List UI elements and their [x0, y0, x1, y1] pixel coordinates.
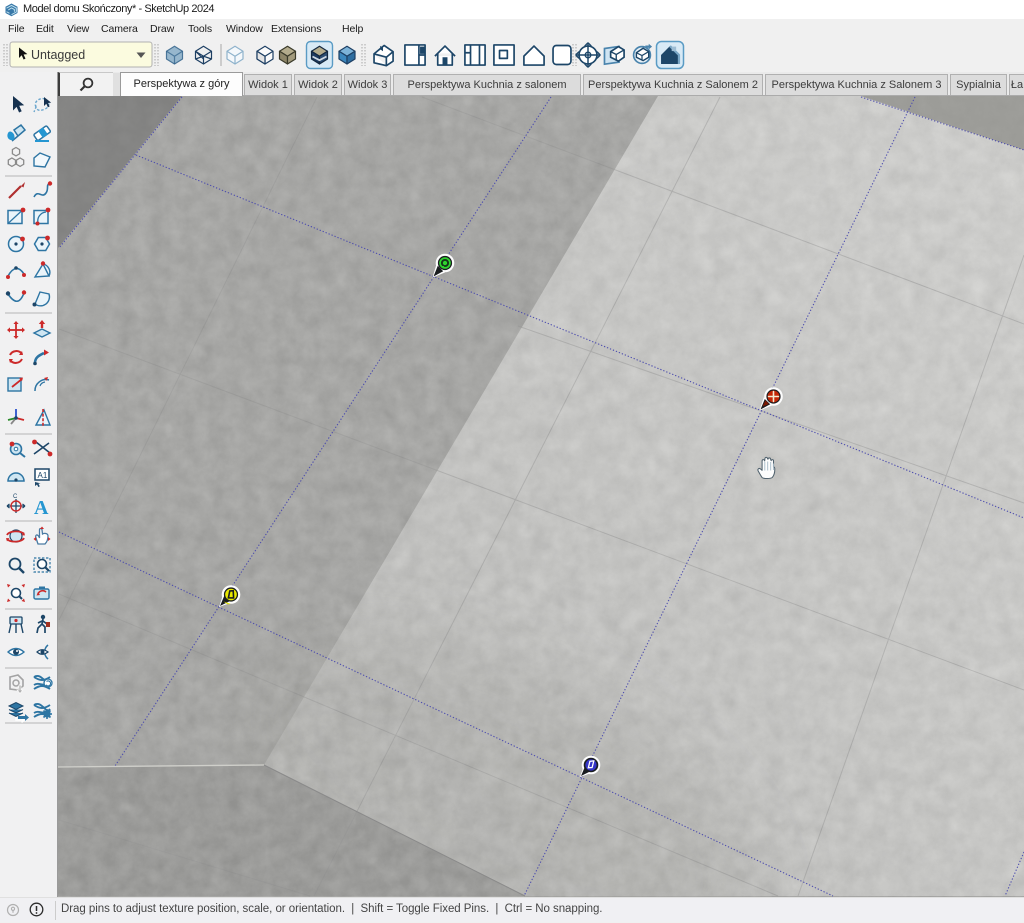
svg-text:A1: A1: [38, 471, 48, 480]
svg-text:Untagged: Untagged: [31, 48, 85, 62]
svg-text:C: C: [13, 494, 18, 500]
svg-text:A: A: [34, 497, 49, 519]
